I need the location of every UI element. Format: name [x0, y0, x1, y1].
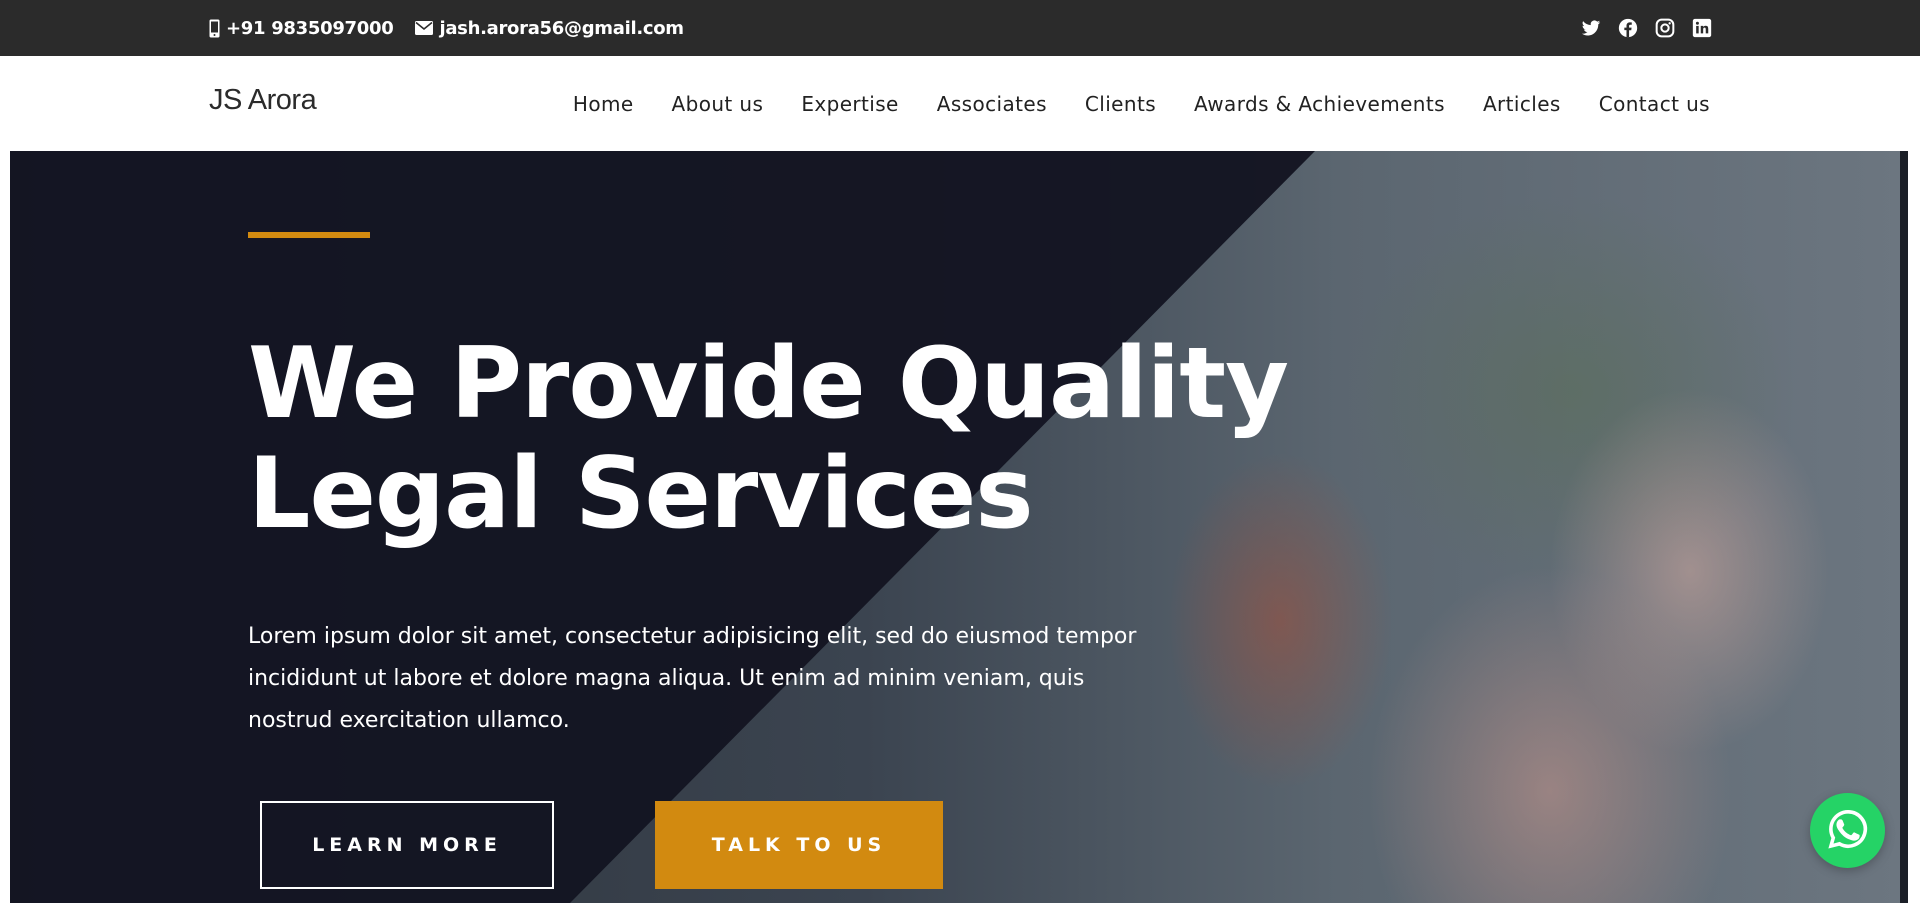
hero-section: We Provide Quality Legal Services Lorem … [10, 151, 1908, 903]
phone-number[interactable]: +91 9835097000 [226, 18, 394, 39]
nav-clients[interactable]: Clients [1085, 92, 1156, 116]
whatsapp-chat-button[interactable] [1810, 793, 1885, 868]
phone-contact[interactable]: +91 9835097000 [209, 18, 394, 39]
hero-title-line-2: Legal Services [248, 437, 1034, 551]
social-links [1581, 0, 1712, 56]
brand-logo[interactable]: JS Arora [209, 84, 317, 117]
email-address[interactable]: jash.arora56@gmail.com [439, 18, 684, 39]
site-header: JS Arora Home About us Expertise Associa… [0, 56, 1920, 151]
learn-more-button[interactable]: LEARN MORE [260, 801, 554, 889]
hero-title: We Provide Quality Legal Services [248, 329, 1348, 549]
facebook-icon[interactable] [1618, 18, 1638, 38]
contact-info: +91 9835097000 jash.arora56@gmail.com [209, 0, 684, 56]
nav-associates[interactable]: Associates [937, 92, 1047, 116]
nav-expertise[interactable]: Expertise [801, 92, 898, 116]
hero-description: Lorem ipsum dolor sit amet, consectetur … [248, 624, 1137, 733]
hero-accent-line [248, 232, 370, 238]
hero-title-line-1: We Provide Quality [248, 327, 1289, 441]
whatsapp-icon [1826, 807, 1870, 855]
nav-home[interactable]: Home [573, 92, 634, 116]
twitter-icon[interactable] [1581, 18, 1601, 38]
nav-contact-us[interactable]: Contact us [1599, 92, 1710, 116]
top-contact-bar: +91 9835097000 jash.arora56@gmail.com [0, 0, 1920, 56]
email-contact[interactable]: jash.arora56@gmail.com [415, 18, 684, 39]
talk-to-us-button[interactable]: TALK TO US [655, 801, 943, 889]
envelope-icon [415, 21, 434, 35]
main-nav: Home About us Expertise Associates Clien… [573, 56, 1710, 151]
hero-edge [1900, 151, 1908, 903]
mobile-phone-icon [209, 19, 220, 38]
linkedin-icon[interactable] [1692, 18, 1712, 38]
nav-awards-achievements[interactable]: Awards & Achievements [1194, 92, 1445, 116]
nav-articles[interactable]: Articles [1483, 92, 1561, 116]
instagram-icon[interactable] [1655, 18, 1675, 38]
nav-about-us[interactable]: About us [672, 92, 764, 116]
